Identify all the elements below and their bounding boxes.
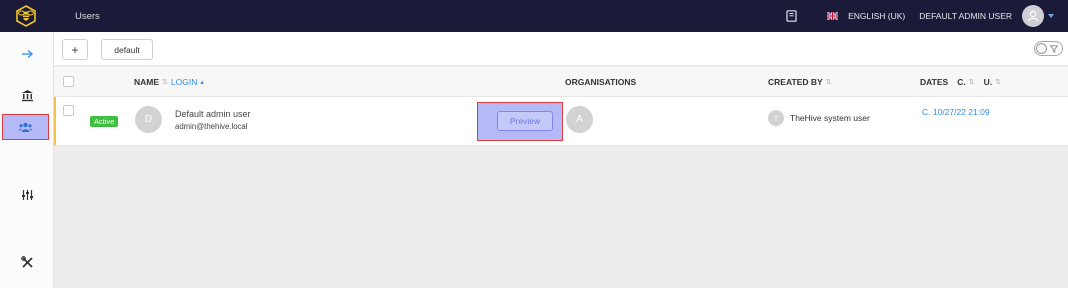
sliders-icon[interactable] (0, 182, 54, 208)
creator-avatar: T (768, 110, 784, 126)
bee-logo-icon[interactable] (0, 0, 52, 32)
column-created-date[interactable]: C. (957, 77, 966, 87)
sort-icon[interactable]: ⇅ (162, 78, 168, 86)
user-login: admin@thehive.local (175, 122, 248, 131)
preview-button[interactable]: Preview (497, 111, 553, 131)
filter-icon (1050, 45, 1058, 53)
chevron-down-icon[interactable] (1048, 14, 1054, 18)
created-by-cell: T TheHive system user (768, 110, 870, 126)
status-badge: Active (90, 116, 119, 127)
language-label: ENGLISH (UK) (848, 11, 906, 21)
arrow-right-icon[interactable] (0, 41, 54, 67)
toolbar: + default (54, 32, 1068, 66)
uk-flag-icon (827, 12, 839, 20)
organisation-avatar: A (566, 106, 593, 133)
table-header: NAME ⇅ LOGIN ▴ ORGANISATIONS CREATED BY … (54, 67, 1068, 97)
column-created-by[interactable]: CREATED BY (768, 77, 823, 87)
sort-icon[interactable]: ⇅ (826, 78, 832, 86)
main-content: + default NAME ⇅ LOGIN ▴ ORGANISATIONS C… (54, 32, 1068, 288)
column-updated-date[interactable]: U. (984, 77, 993, 87)
select-all-checkbox[interactable] (63, 76, 74, 87)
tools-icon[interactable] (0, 249, 54, 275)
bank-icon[interactable] (0, 82, 54, 108)
sort-icon[interactable]: ⇅ (969, 78, 975, 86)
sort-active-icon[interactable]: ▴ (200, 78, 204, 86)
sort-icon[interactable]: ⇅ (995, 78, 1001, 86)
row-checkbox[interactable] (63, 105, 74, 116)
created-date: C. 10/27/22 21:09 (922, 107, 990, 117)
column-login[interactable]: LOGIN (171, 77, 197, 87)
column-organisations: ORGANISATIONS (565, 77, 637, 87)
sidebar-item-users[interactable] (2, 114, 49, 140)
column-dates: DATES (920, 77, 949, 87)
sidebar (0, 32, 54, 288)
column-name[interactable]: NAME (134, 77, 159, 87)
preview-highlight: Preview (477, 102, 563, 141)
avatar[interactable] (1022, 5, 1044, 27)
table-row[interactable]: Active D Default admin user admin@thehiv… (54, 97, 1068, 146)
page-title: Users (75, 11, 100, 22)
user-name[interactable]: Default admin user (175, 109, 251, 119)
filter-preset-button[interactable]: default (101, 39, 153, 60)
user-avatar: D (135, 106, 162, 133)
book-icon[interactable] (783, 8, 799, 24)
current-user-name[interactable]: DEFAULT ADMIN USER (919, 11, 1012, 21)
users-icon (18, 122, 33, 132)
add-user-button[interactable]: + (62, 39, 88, 60)
language-selector[interactable]: ENGLISH (UK) (827, 11, 905, 21)
creator-name: TheHive system user (790, 113, 870, 123)
toggle-knob (1036, 43, 1047, 54)
filter-toggle[interactable] (1034, 41, 1063, 56)
top-bar: Users ENGLISH (UK) DEFAULT ADMIN USER (0, 0, 1068, 32)
